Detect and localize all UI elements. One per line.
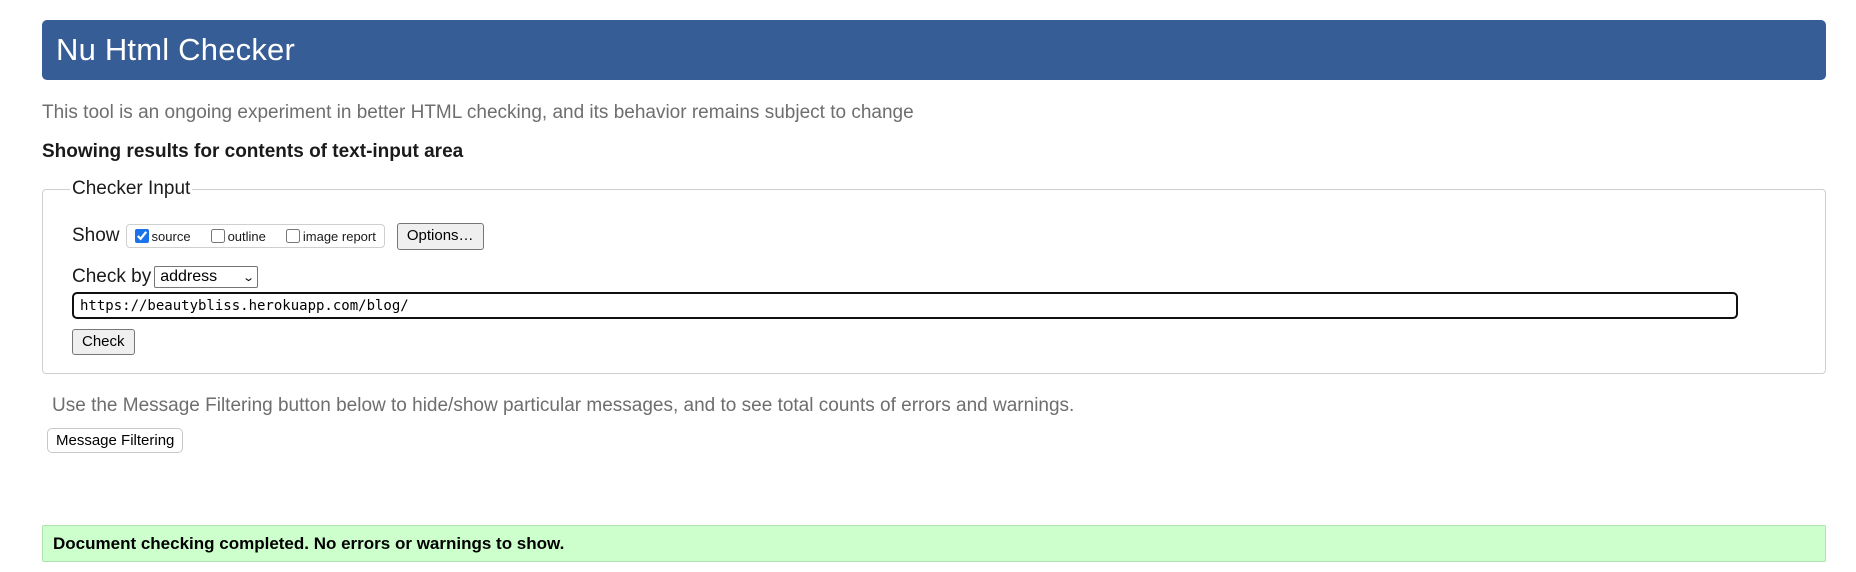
show-image-report-option[interactable]: image report [282, 229, 376, 244]
check-by-label: Check by [72, 266, 152, 287]
page-header: Nu Html Checker [42, 20, 1826, 80]
url-input[interactable] [72, 292, 1738, 319]
show-options-row: Show source outline image report Options… [72, 222, 484, 250]
message-filtering-note: Use the Message Filtering button below t… [52, 395, 1075, 416]
show-source-label: source [151, 228, 191, 244]
tool-tagline: This tool is an ongoing experiment in be… [42, 102, 914, 123]
show-outline-checkbox[interactable] [210, 229, 225, 243]
check-by-row: Check by address ⌄ [72, 265, 259, 289]
checker-input-legend: Checker Input [72, 178, 191, 199]
show-image-report-checkbox[interactable] [285, 229, 300, 243]
check-by-selected-value: address [160, 268, 218, 285]
results-source-heading: Showing results for contents of text-inp… [42, 141, 464, 162]
show-source-checkbox[interactable] [134, 229, 149, 243]
message-filtering-button[interactable]: Message Filtering [47, 428, 184, 453]
show-source-option[interactable]: source [131, 229, 191, 244]
options-button[interactable]: Options… [396, 222, 484, 250]
show-options-group: source outline image report [125, 224, 385, 248]
show-outline-label: outline [227, 228, 266, 244]
nu-html-checker-page: Nu Html Checker This tool is an ongoing … [0, 0, 1856, 572]
show-outline-option[interactable]: outline [207, 229, 266, 244]
page-title: Nu Html Checker [56, 32, 295, 67]
checker-input-fieldset: Checker Input [42, 178, 1826, 374]
show-image-report-label: image report [302, 228, 376, 244]
chevron-down-icon: ⌄ [242, 271, 256, 284]
check-button[interactable]: Check [72, 329, 135, 355]
check-by-select[interactable]: address ⌄ [154, 266, 259, 288]
result-success-banner: Document checking completed. No errors o… [42, 525, 1826, 562]
show-label: Show [72, 225, 120, 246]
